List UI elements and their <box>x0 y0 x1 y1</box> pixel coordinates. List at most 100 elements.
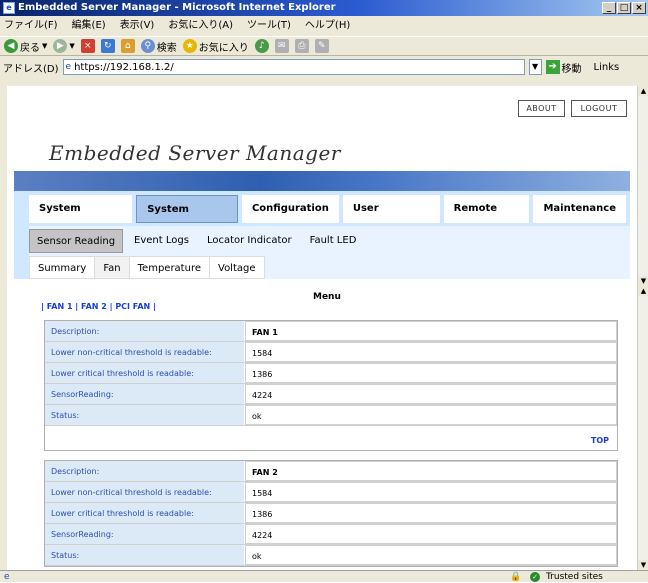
print-icon[interactable]: ⎙ <box>294 39 309 53</box>
table-row: Lower critical threshold is readable: 13… <box>45 363 617 384</box>
forward-button[interactable]: ▶ ▼ <box>53 39 75 53</box>
link-pci-fan[interactable]: PCI FAN <box>115 302 150 311</box>
table-row: Lower non-critical threshold is readable… <box>45 342 617 363</box>
links-button[interactable]: Links <box>594 62 620 73</box>
edit-icon[interactable]: ✎ <box>314 39 329 53</box>
address-label: アドレス(D) <box>3 63 59 75</box>
sub-nav: Sensor Reading Event Logs Locator Indica… <box>29 226 630 256</box>
favorites-label: お気に入り <box>198 42 249 54</box>
top-link[interactable]: TOP <box>45 432 617 450</box>
scroll-up-icon[interactable]: ▲ <box>638 286 648 296</box>
tab-event-logs[interactable]: Event Logs <box>127 229 196 253</box>
menu-heading: Menu <box>313 292 341 302</box>
header-band <box>14 171 630 191</box>
scroll-up-icon[interactable]: ▲ <box>638 86 648 96</box>
menu-tools[interactable]: ツール(T) <box>247 17 291 35</box>
tab-maintenance[interactable]: Maintenance <box>533 195 626 223</box>
forward-dropdown-icon: ▼ <box>69 42 75 50</box>
tab-temperature[interactable]: Temperature <box>128 256 210 279</box>
address-url: https://192.168.1.2/ <box>74 61 174 73</box>
scroll-down-icon[interactable]: ▼ <box>638 276 648 286</box>
row-key: Lower non-critical threshold is readable… <box>45 482 245 502</box>
status-bar: e 🔒 ✓ Trusted sites <box>0 570 648 582</box>
tab-locator-indicator[interactable]: Locator Indicator <box>200 229 299 253</box>
address-input[interactable]: e https://192.168.1.2/ <box>62 59 525 75</box>
menu-bar: ファイル(F) 編集(E) 表示(V) お気に入り(A) ツール(T) ヘルプ(… <box>0 17 648 35</box>
toolbar: ◀ 戻る ▼ ▶ ▼ × ↻ ⌂ ⚲ 検索 ★ お気に入り ♪ ✉ ⎙ ✎ <box>0 36 648 56</box>
address-dropdown-icon[interactable]: ▼ <box>528 59 542 75</box>
row-key: Description: <box>45 461 245 481</box>
frame-border <box>0 78 7 570</box>
security-zone: Trusted sites <box>546 572 603 582</box>
back-label: 戻る <box>20 42 40 54</box>
scroll-down-icon[interactable]: ▼ <box>638 560 648 570</box>
table-row: Lower non-critical threshold is readable… <box>45 482 617 503</box>
row-value: ok <box>245 405 617 425</box>
table-row: SensorReading: 4224 <box>45 384 617 405</box>
tab-system-information[interactable]: System Information <box>29 195 133 242</box>
table-row: Description: FAN 1 <box>45 321 617 342</box>
home-icon[interactable]: ⌂ <box>120 39 135 53</box>
table-row: Description: FAN 2 <box>45 461 617 482</box>
title-bar: e Embedded Server Manager - Microsoft In… <box>0 0 648 16</box>
table-row: Status: ok <box>45 545 617 566</box>
tab-fault-led[interactable]: Fault LED <box>303 229 364 253</box>
tab-voltage[interactable]: Voltage <box>209 256 265 279</box>
maximize-button[interactable]: □ <box>617 2 631 14</box>
fan-links: | FAN 1 | FAN 2 | PCI FAN | <box>41 302 156 311</box>
back-button[interactable]: ◀ 戻る ▼ <box>4 39 47 54</box>
minimize-button[interactable]: _ <box>602 2 616 14</box>
menu-file[interactable]: ファイル(F) <box>4 17 58 35</box>
window-controls: _ □ × <box>602 2 646 14</box>
row-value: 4224 <box>245 384 617 404</box>
refresh-icon[interactable]: ↻ <box>100 39 115 53</box>
menu-view[interactable]: 表示(V) <box>120 17 155 35</box>
tab-summary[interactable]: Summary <box>29 256 96 279</box>
favorites-button[interactable]: ★ お気に入り <box>182 39 249 54</box>
logout-button[interactable]: LOGOUT <box>571 100 627 117</box>
row-key: SensorReading: <box>45 524 245 544</box>
tab-user-management[interactable]: User Management <box>342 195 440 242</box>
browser-window: e Embedded Server Manager - Microsoft In… <box>0 0 648 582</box>
search-label: 検索 <box>156 42 177 54</box>
row-key: Lower critical threshold is readable: <box>45 363 245 383</box>
close-button[interactable]: × <box>632 2 646 14</box>
vertical-scrollbar[interactable]: ▲ ▼ ▲ ▼ <box>637 86 648 570</box>
row-key: Status: <box>45 545 245 565</box>
mail-icon[interactable]: ✉ <box>274 39 289 53</box>
menu-edit[interactable]: 編集(E) <box>72 17 106 35</box>
row-key: Description: <box>45 321 245 341</box>
row-value: FAN 2 <box>245 461 617 481</box>
fan-2-card: Description: FAN 2 Lower non-critical th… <box>44 460 618 567</box>
menu-favorites[interactable]: お気に入り(A) <box>168 17 233 35</box>
table-row: Lower critical threshold is readable: 13… <box>45 503 617 524</box>
back-arrow-icon: ◀ <box>4 39 18 53</box>
row-value: 1584 <box>245 482 617 502</box>
tab-system-monitoring[interactable]: System Monitoring <box>136 195 238 243</box>
app-logo: Embedded Server Manager <box>49 141 341 165</box>
menu-help[interactable]: ヘルプ(H) <box>305 17 350 35</box>
search-button[interactable]: ⚲ 検索 <box>140 39 177 54</box>
go-label: 移動 <box>561 63 582 75</box>
link-fan-2[interactable]: FAN 2 <box>81 302 107 311</box>
table-row: Status: ok <box>45 405 617 426</box>
row-value: FAN 1 <box>245 321 617 341</box>
forward-arrow-icon: ▶ <box>53 39 68 53</box>
about-button[interactable]: ABOUT <box>518 100 565 117</box>
stop-icon[interactable]: × <box>80 39 95 53</box>
row-key: SensorReading: <box>45 384 245 404</box>
row-value: 4224 <box>245 524 617 544</box>
row-key: Lower critical threshold is readable: <box>45 503 245 523</box>
main-nav: System Information System Monitoring Con… <box>29 192 630 243</box>
tab-fan[interactable]: Fan <box>94 256 130 279</box>
ie-icon: e <box>3 2 15 14</box>
page-icon: e <box>65 62 72 72</box>
tab-configuration[interactable]: Configuration <box>241 195 339 223</box>
navigation: System Information System Monitoring Con… <box>14 191 630 279</box>
back-dropdown-icon: ▼ <box>42 42 48 50</box>
tab-sensor-reading[interactable]: Sensor Reading <box>29 229 124 253</box>
go-button[interactable]: ➔ 移動 <box>545 60 582 75</box>
tab-remote-control[interactable]: Remote Control <box>443 195 530 242</box>
link-fan-1[interactable]: FAN 1 <box>47 302 73 311</box>
media-icon[interactable]: ♪ <box>254 39 269 53</box>
